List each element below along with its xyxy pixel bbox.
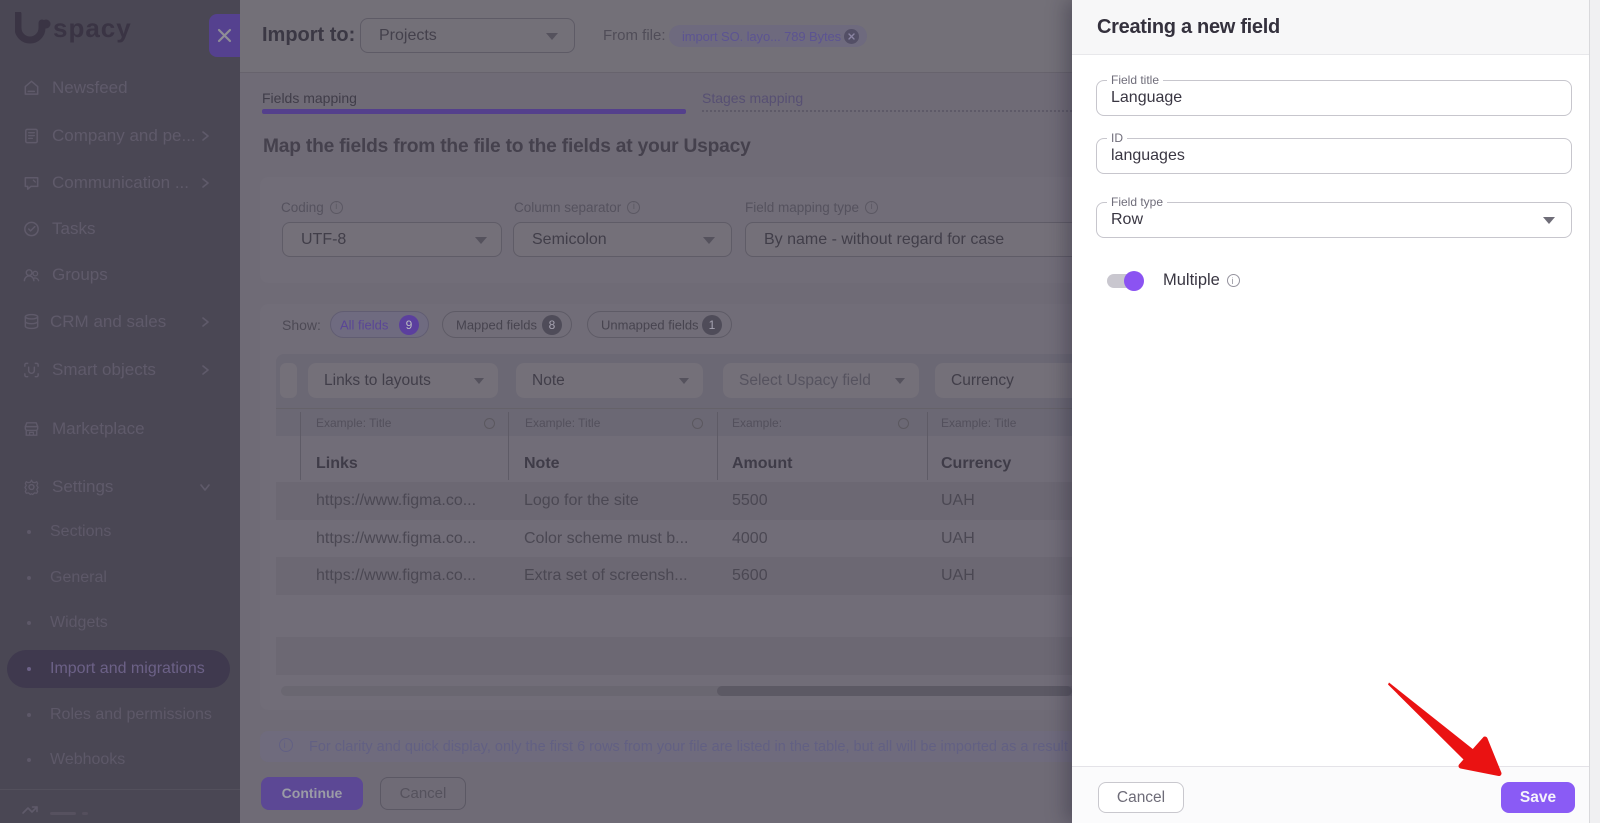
svg-text:spacy: spacy [53,13,132,43]
